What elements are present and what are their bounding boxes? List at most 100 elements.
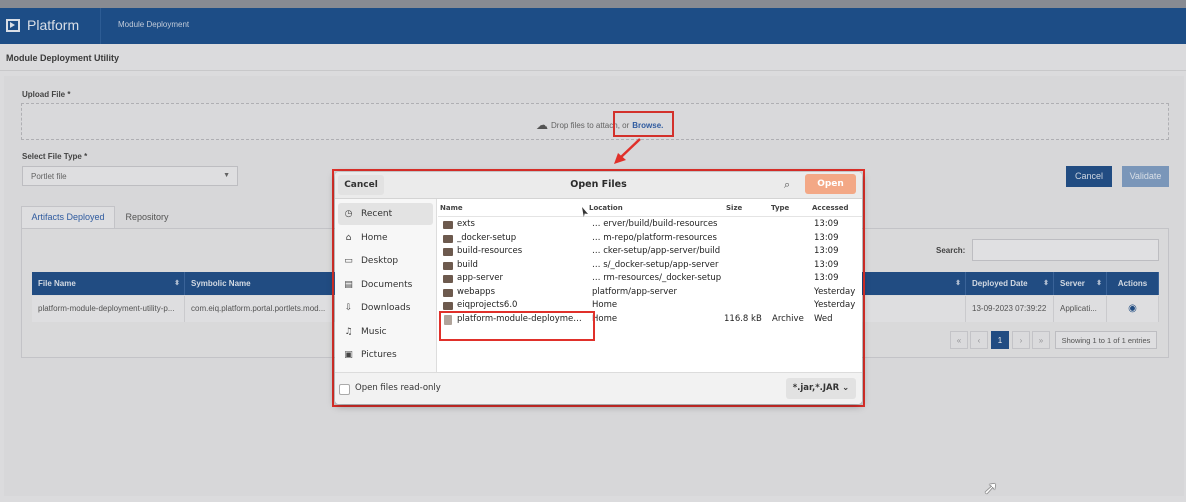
read-only-checkbox[interactable] — [339, 384, 350, 395]
sidebar-item-pictures[interactable]: ▣ Pictures — [338, 344, 433, 366]
sidebar-item-label: Downloads — [361, 303, 411, 313]
file-type-select[interactable]: Portlet file ▼ — [22, 166, 238, 186]
file-accessed: 13:09 — [814, 273, 839, 283]
column-header-label: Actions — [1117, 279, 1148, 288]
file-location: … cker-setup/app-server/build — [592, 246, 721, 256]
file-name: webapps — [457, 286, 496, 297]
folder-icon — [443, 221, 453, 229]
sidebar-item-desktop[interactable]: ▭ Desktop — [338, 250, 433, 272]
folder-icon — [443, 288, 453, 297]
file-location: … rm-resources/_docker-setup — [592, 273, 722, 283]
file-location: … erver/build/build-resources — [592, 219, 718, 229]
top-nav-bar: Platform Module Deployment — [0, 8, 1186, 44]
sidebar-item-label: Music — [361, 327, 387, 337]
sidebar-item-downloads[interactable]: ⇩ Downloads — [338, 297, 433, 319]
platform-logo-icon — [6, 18, 20, 32]
file-filter-select[interactable]: *.jar,*.JAR ⌄ — [786, 378, 856, 399]
document-icon: ▤ — [344, 280, 353, 290]
dialog-title: Open Files — [570, 179, 627, 190]
sidebar-item-home[interactable]: ⌂ Home — [338, 227, 433, 249]
sort-icon: ⬍ — [1096, 280, 1102, 287]
cell-file-name: platform-module-deployment-utility-p... — [32, 296, 185, 322]
sort-icon: ⬍ — [955, 280, 961, 287]
home-icon: ⌂ — [345, 233, 352, 243]
file-location: platform/app-server — [592, 286, 677, 297]
sort-icon: ⬍ — [1043, 280, 1049, 287]
tab-repository[interactable]: Repository — [116, 206, 178, 228]
search-icon[interactable]: ⌕ — [784, 178, 790, 192]
column-type[interactable]: Type — [771, 204, 789, 212]
view-eye-icon[interactable]: ◉ — [1107, 296, 1159, 322]
pager-page-1[interactable]: 1 — [991, 331, 1009, 349]
brand[interactable]: Platform — [6, 17, 79, 33]
file-accessed: 13:09 — [814, 232, 839, 243]
desktop-icon: ▭ — [344, 256, 353, 266]
validate-button[interactable]: Validate — [1122, 166, 1169, 187]
file-size: 116.8 kB — [724, 313, 762, 324]
sidebar-item-label: Home — [361, 233, 388, 243]
column-name[interactable]: Name — [440, 204, 463, 212]
dialog-open-button[interactable]: Open — [805, 174, 856, 194]
dialog-header: Open Files Cancel ⌕ Open — [335, 172, 862, 199]
pager-next[interactable]: › — [1012, 331, 1030, 349]
column-header-label: Server — [1060, 279, 1085, 288]
divider — [0, 70, 1186, 71]
file-name: _docker-setup — [457, 232, 517, 243]
file-row[interactable]: exts … erver/build/build-resources 13:09 — [438, 218, 862, 232]
column-header-file-name[interactable]: File Name ⬍ — [32, 272, 185, 295]
file-row[interactable]: webapps platform/app-server Yesterday — [438, 286, 862, 300]
column-accessed[interactable]: Accessed — [812, 204, 849, 212]
read-only-label: Open files read-only — [355, 383, 441, 393]
sidebar-item-music[interactable]: ♫ Music — [338, 321, 433, 343]
file-row[interactable]: build … s/_docker-setup/app-server 13:09 — [438, 259, 862, 273]
file-accessed: 13:09 — [814, 219, 839, 229]
dialog-cancel-button[interactable]: Cancel — [338, 175, 384, 195]
file-type: Archive — [772, 313, 804, 324]
file-accessed: 13:09 — [814, 259, 839, 270]
dialog-footer: Open files read-only *.jar,*.JAR ⌄ — [335, 372, 862, 404]
cell-deployed-date: 13-09-2023 07:39:22 — [966, 296, 1054, 322]
file-location: Home — [592, 313, 618, 324]
file-name: exts — [457, 219, 475, 229]
places-sidebar: ◷ Recent ⌂ Home ▭ Desktop ▤ Documents ⇩ … — [335, 199, 437, 372]
window-top-strip — [0, 0, 1186, 8]
page-title: Module Deployment Utility — [6, 53, 120, 63]
file-name: build-resources — [457, 246, 523, 256]
tab-artifacts-deployed[interactable]: Artifacts Deployed — [21, 206, 115, 228]
file-row[interactable]: app-server … rm-resources/_docker-setup … — [438, 272, 862, 286]
breadcrumb[interactable]: Module Deployment — [118, 20, 189, 29]
sort-icon: ⬍ — [174, 280, 180, 287]
chevron-down-icon: ▼ — [223, 172, 230, 179]
pager-last[interactable]: » — [1032, 331, 1050, 349]
column-size[interactable]: Size — [726, 204, 742, 212]
cell-symbolic-name: com.eiq.platform.portal.portlets.mod... — [185, 296, 335, 322]
file-name: app-server — [457, 273, 503, 283]
file-row[interactable]: _docker-setup … m-repo/platform-resource… — [438, 232, 862, 246]
column-header-symbolic-name[interactable]: Symbolic Name — [185, 272, 335, 295]
pager-first[interactable]: « — [950, 331, 968, 349]
file-accessed: Yesterday — [814, 286, 856, 297]
chevron-down-icon: ⌄ — [842, 383, 850, 393]
file-location: Home — [592, 300, 618, 310]
folder-icon — [443, 234, 453, 243]
download-icon: ⇩ — [344, 303, 353, 313]
music-icon: ♫ — [344, 327, 353, 337]
sidebar-item-label: Desktop — [361, 256, 399, 266]
search-input[interactable] — [972, 239, 1159, 261]
sidebar-item-documents[interactable]: ▤ Documents — [338, 274, 433, 296]
column-header-label: Deployed Date — [972, 279, 1028, 288]
file-name: build — [457, 259, 478, 270]
column-location[interactable]: Location — [589, 204, 623, 212]
open-files-dialog: Open Files Cancel ⌕ Open ◷ Recent ⌂ Home… — [335, 172, 862, 404]
column-header-deployed-date[interactable]: Deployed Date ⬍ — [966, 272, 1054, 295]
sidebar-item-recent[interactable]: ◷ Recent — [338, 203, 433, 225]
entries-info: Showing 1 to 1 of 1 entries — [1055, 331, 1157, 349]
file-location: … m-repo/platform-resources — [592, 232, 717, 243]
file-row[interactable]: build-resources … cker-setup/app-server/… — [438, 245, 862, 259]
cloud-upload-icon: ☁ — [536, 118, 548, 132]
column-header-server[interactable]: Server ⬍ — [1054, 272, 1107, 295]
pager-prev[interactable]: ‹ — [970, 331, 988, 349]
cancel-button[interactable]: Cancel — [1066, 166, 1112, 187]
file-filter-value: *.jar,*.JAR — [792, 383, 840, 393]
folder-icon — [443, 275, 453, 283]
